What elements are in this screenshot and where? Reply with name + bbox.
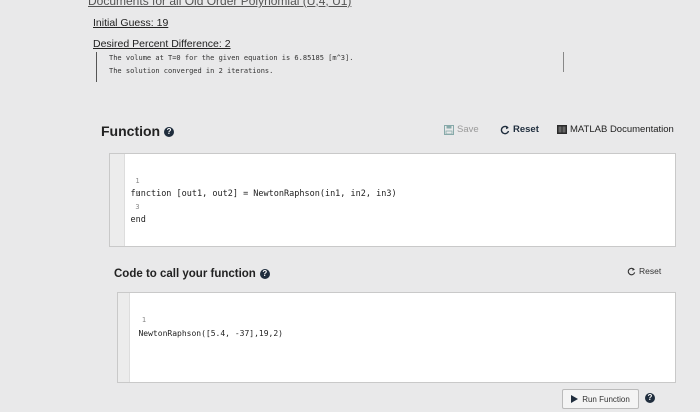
code-line[interactable]: 1 NewtonRaphson([5.4, -37],19,2) (118, 301, 283, 338)
save-label: Save (457, 124, 479, 135)
save-icon (444, 124, 454, 135)
truncated-header-text: Documents for all Old Order Polynomial (… (88, 0, 352, 8)
code-text: end (130, 215, 146, 225)
function-section-title: Function? (101, 123, 175, 139)
reset-label: Reset (513, 124, 539, 135)
code-text: NewtonRaphson([5.4, -37],19,2) (138, 329, 283, 338)
call-section-title: Code to call your function? (114, 268, 270, 280)
output-console: The volume at T=0 for the given equation… (96, 52, 579, 82)
reset-icon (627, 267, 636, 275)
call-title-text: Code to call your function (114, 268, 256, 280)
output-line-1: The volume at T=0 for the given equation… (109, 54, 354, 62)
function-code-editor[interactable]: 1 function [out1, out2] = NewtonRaphson(… (109, 153, 676, 247)
function-title-text: Function (101, 123, 161, 139)
code-text: function [out1, out2] = NewtonRaphson(in… (130, 189, 397, 199)
help-icon[interactable]: ? (164, 127, 175, 138)
reset-label: Reset (639, 266, 662, 276)
initial-guess-label: Initial Guess: 19 (93, 17, 169, 29)
help-icon[interactable]: ? (259, 268, 270, 279)
code-line[interactable]: 3 end (110, 188, 145, 225)
run-help-icon[interactable]: ? (645, 393, 655, 403)
reset-icon (500, 125, 510, 134)
line-number: 3 (135, 203, 140, 211)
code-line[interactable]: 1 function [out1, out2] = NewtonRaphson(… (110, 162, 396, 199)
reset-button[interactable]: Reset (500, 124, 539, 135)
play-icon (571, 395, 579, 403)
output-line-2: The solution converged in 2 iterations. (109, 67, 274, 75)
matlab-docs-label: MATLAB Documentation (570, 124, 674, 135)
run-function-button[interactable]: Run Function (562, 389, 639, 409)
call-reset-button[interactable]: Reset (627, 266, 661, 276)
call-code-editor[interactable]: 1 NewtonRaphson([5.4, -37],19,2) (117, 292, 676, 383)
output-end-marker (563, 52, 564, 72)
save-button[interactable]: Save (444, 124, 479, 135)
desired-percent-label: Desired Percent Difference: 2 (93, 38, 231, 50)
run-function-label: Run Function (582, 394, 630, 404)
code-line[interactable]: 2 (110, 175, 144, 198)
line-number: 1 (141, 316, 147, 324)
matlab-docs-link[interactable]: MATLAB Documentation (557, 124, 674, 135)
book-icon (557, 125, 567, 134)
